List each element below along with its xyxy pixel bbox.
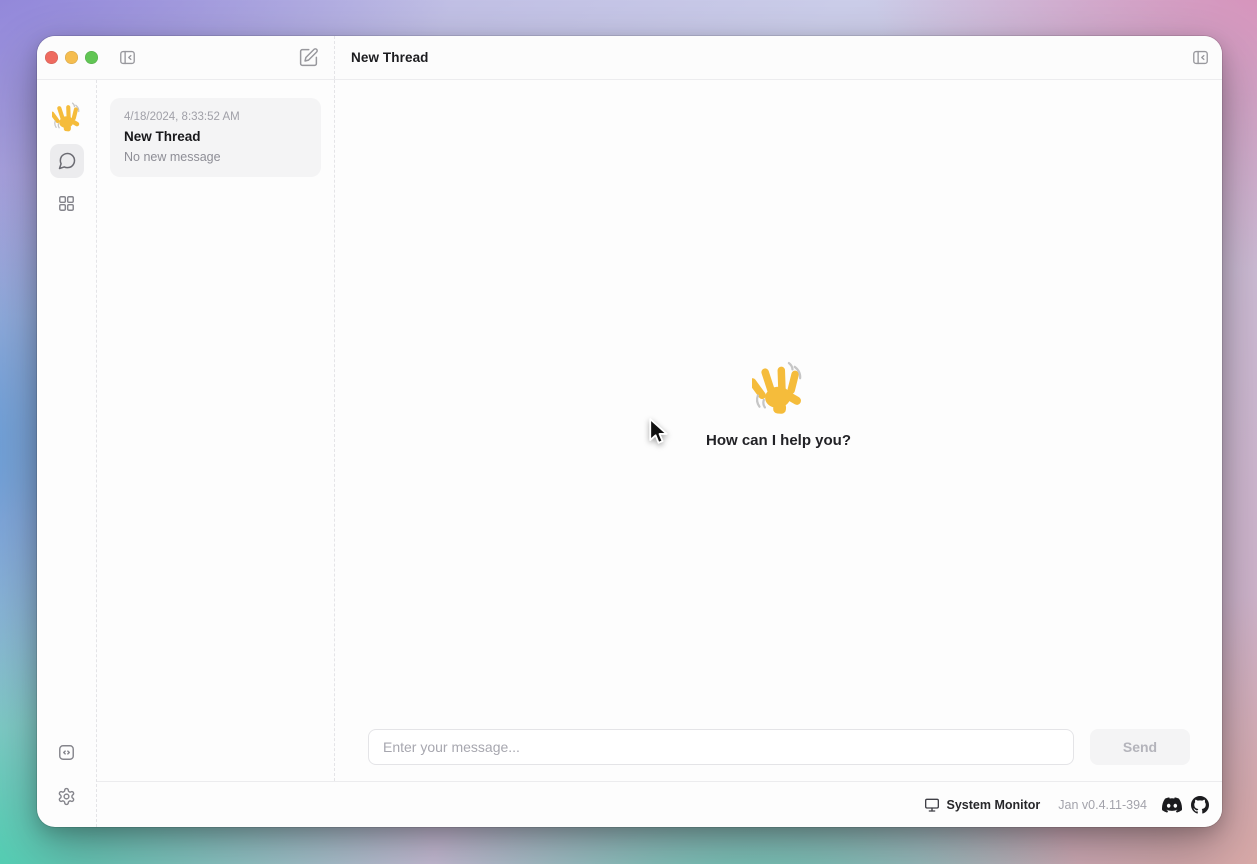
app-window: New Thread — [37, 36, 1222, 827]
sidebar-item-local-api-server[interactable] — [50, 735, 84, 769]
zoom-button[interactable] — [85, 51, 98, 64]
thread-title: New Thread — [124, 129, 307, 144]
sidebar-item-hub[interactable] — [50, 186, 84, 220]
chat-main-area: How can I help you? Send — [335, 80, 1222, 781]
system-monitor-button[interactable]: System Monitor — [924, 797, 1041, 813]
message-composer: Send — [335, 729, 1222, 781]
apps-grid-icon — [57, 194, 76, 213]
minimize-button[interactable] — [65, 51, 78, 64]
collapse-left-panel-button[interactable] — [114, 45, 140, 71]
desktop-background: { "titlebar": { "title": "New Thread" },… — [0, 0, 1257, 864]
edit-pencil-icon — [298, 47, 319, 68]
greeting-text: How can I help you? — [706, 432, 851, 449]
panel-collapse-icon — [118, 48, 137, 67]
app-version: Jan v0.4.11-394 — [1058, 798, 1147, 812]
panel-collapse-icon — [1191, 48, 1210, 67]
close-button[interactable] — [45, 51, 58, 64]
page-title: New Thread — [351, 50, 429, 65]
traffic-lights — [45, 51, 98, 64]
titlebar: New Thread — [37, 36, 1222, 80]
sidebar-item-settings[interactable] — [50, 779, 84, 813]
thread-last-message: No new message — [124, 150, 307, 164]
thread-list-panel: 4/18/2024, 8:33:52 AM New Thread No new … — [97, 80, 335, 781]
github-link[interactable] — [1191, 796, 1209, 814]
discord-icon — [1162, 795, 1182, 815]
collapse-right-panel-button[interactable] — [1187, 45, 1213, 71]
send-button[interactable]: Send — [1090, 729, 1190, 765]
thread-timestamp: 4/18/2024, 8:33:52 AM — [124, 111, 307, 123]
welcome-screen: How can I help you? — [335, 80, 1222, 729]
monitor-icon — [924, 797, 940, 813]
thread-list-item[interactable]: 4/18/2024, 8:33:52 AM New Thread No new … — [110, 98, 321, 177]
wave-emoji — [752, 361, 806, 415]
message-input[interactable] — [368, 729, 1074, 765]
system-monitor-label: System Monitor — [947, 798, 1041, 812]
sidebar-item-chat[interactable] — [50, 144, 84, 178]
github-icon — [1191, 796, 1209, 814]
ribbon-sidebar — [37, 80, 97, 827]
discord-link[interactable] — [1162, 795, 1182, 815]
local-api-server-icon — [57, 743, 76, 762]
wave-emoji — [52, 102, 82, 132]
titlebar-main: New Thread — [335, 36, 1222, 79]
chat-bubble-icon — [57, 151, 77, 171]
settings-gear-icon — [57, 787, 76, 806]
new-thread-button[interactable] — [295, 45, 321, 71]
titlebar-left-panel — [37, 36, 335, 79]
status-bar: System Monitor Jan v0.4.11-394 — [97, 781, 1222, 827]
